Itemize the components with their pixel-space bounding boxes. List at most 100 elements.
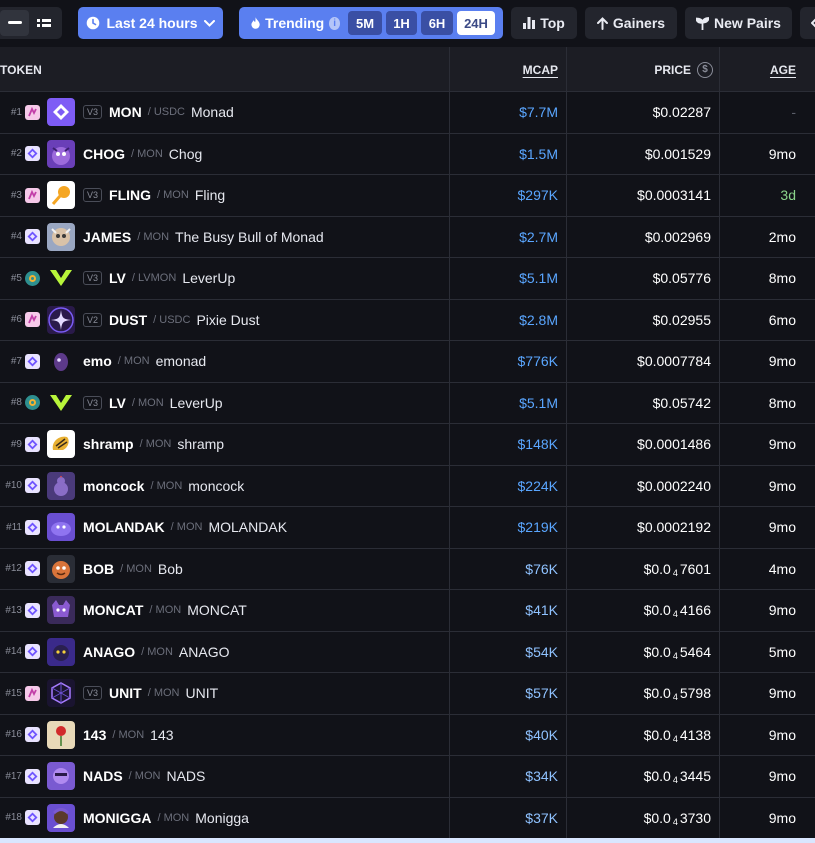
- trending-filter[interactable]: Trending i 5M 1H 6H 24H: [239, 7, 503, 39]
- token-name: LeverUp: [169, 394, 223, 411]
- dex-icon: [25, 727, 40, 743]
- token-name-cell[interactable]: V3 LV / LVMON LeverUp: [83, 258, 235, 299]
- pair-age: 2mo: [768, 228, 796, 245]
- token-name-cell[interactable]: shramp / MON shramp: [83, 424, 224, 465]
- rank: #13: [5, 604, 22, 616]
- rank: #7: [10, 355, 22, 367]
- token-name-cell[interactable]: MONCAT / MON MONCAT: [83, 590, 247, 631]
- dex-icon: [25, 270, 40, 286]
- version-badge: V3: [83, 105, 103, 120]
- flame-icon: [251, 17, 260, 29]
- token-symbol: JAMES: [83, 228, 132, 245]
- quote-token: / MON: [131, 396, 164, 409]
- fling-logo: [47, 181, 75, 210]
- top-button[interactable]: Top: [511, 7, 577, 39]
- table-row[interactable]: #18 MONIGGA / MON Monigga $37K $0.0 4 3730 9mo: [0, 797, 815, 839]
- table-row[interactable]: #3 V3 FLING / MON Fling $297K $0.0003141 3d: [0, 175, 815, 217]
- table-row[interactable]: #17 NADS / MON NADS $34K $0.0 4 3445 9mo: [0, 756, 815, 798]
- token-name-cell[interactable]: BOB / MON Bob: [83, 549, 183, 590]
- price-value: $0.0003141: [637, 187, 711, 204]
- token-name-cell[interactable]: MONIGGA / MON Monigga: [83, 798, 249, 839]
- view-toggle[interactable]: [0, 7, 62, 39]
- token-name-cell[interactable]: V3 FLING / MON Fling: [83, 175, 225, 216]
- chog-logo: [47, 139, 75, 168]
- token-logo-cell: [47, 341, 75, 382]
- quote-token: / MON: [137, 230, 170, 243]
- market-cap: $37K: [525, 809, 558, 826]
- dex-icon: [25, 187, 40, 203]
- token-name-cell[interactable]: JAMES / MON The Busy Bull of Monad: [83, 217, 324, 258]
- rank: #1: [10, 106, 22, 118]
- timeframe-6h-button[interactable]: 6H: [421, 11, 453, 35]
- token-name: Bob: [157, 560, 183, 577]
- quote-symbol: MON: [163, 189, 189, 202]
- token-name-cell[interactable]: V3 LV / MON LeverUp: [83, 383, 223, 424]
- bottom-strip: [0, 838, 815, 843]
- more-filter-button[interactable]: [800, 7, 815, 39]
- token-name-cell[interactable]: 143 / MON 143: [83, 715, 174, 756]
- token-name-cell[interactable]: emo / MON emonad: [83, 341, 206, 382]
- table-row[interactable]: #1 V3 MON / USDC Monad $7.7M $0.02287 -: [0, 92, 815, 134]
- rank: #16: [5, 729, 22, 741]
- token-logo-cell: [47, 424, 75, 465]
- timeframe-1h-button[interactable]: 1H: [386, 11, 417, 35]
- gainers-button[interactable]: Gainers: [585, 7, 677, 39]
- table-row[interactable]: #15 V3 UNIT / MON UNIT $57K $0.0 4 5798 9mo: [0, 673, 815, 715]
- price: $0.0003141: [567, 175, 719, 216]
- token-name-cell[interactable]: CHOG / MON Chog: [83, 134, 202, 175]
- table-row[interactable]: #6 V2 DUST / USDC Pixie Dust $2.8M $0.02955 6mo: [0, 299, 815, 341]
- table-row[interactable]: #9 shramp / MON shramp $148K $0.0001486 9mo: [0, 424, 815, 466]
- pair-age: 8mo: [768, 270, 796, 287]
- dex-badge: [25, 798, 40, 839]
- token-name-cell[interactable]: moncock / MON moncock: [83, 466, 244, 507]
- table-row[interactable]: #2 CHOG / MON Chog $1.5M $0.001529 9mo: [0, 133, 815, 175]
- table-row[interactable]: #16 143 / MON 143 $40K $0.0 4 4138 9mo: [0, 714, 815, 756]
- table-row[interactable]: #5 V3 LV / LVMON LeverUp $5.1M $0.05776 8mo: [0, 258, 815, 300]
- sprout-icon: [696, 16, 710, 30]
- token-name-cell[interactable]: V3 MON / USDC Monad: [83, 92, 234, 133]
- timeframe-5m-button[interactable]: 5M: [348, 11, 382, 35]
- dex-badge: [25, 507, 40, 548]
- token-name-cell[interactable]: ANAGO / MON ANAGO: [83, 632, 230, 673]
- pair-age: 9mo: [768, 602, 796, 619]
- header-price[interactable]: PRICE $: [567, 47, 719, 92]
- table-row[interactable]: #10 moncock / MON moncock $224K $0.0002240 9mo: [0, 465, 815, 507]
- dex-badge: [25, 424, 40, 465]
- price-value: $0.002969: [644, 228, 711, 245]
- price-value: $0.001529: [644, 145, 711, 162]
- timeframe-dropdown[interactable]: Last 24 hours: [78, 7, 223, 39]
- table-row[interactable]: #7 emo / MON emonad $776K $0.0007784 9mo: [0, 341, 815, 383]
- timeframe-24h-button[interactable]: 24H: [457, 11, 495, 35]
- info-icon[interactable]: i: [329, 16, 340, 30]
- token-name-cell[interactable]: V3 UNIT / MON UNIT: [83, 673, 218, 714]
- table-row[interactable]: #13 MONCAT / MON MONCAT $41K $0.0 4 4166 9mo: [0, 590, 815, 632]
- price-zero-count: 4: [672, 816, 678, 827]
- header-mcap[interactable]: MCAP: [449, 47, 566, 92]
- token-name-cell[interactable]: NADS / MON NADS: [83, 756, 205, 797]
- new-pairs-button[interactable]: New Pairs: [685, 7, 792, 39]
- market-cap: $40K: [525, 726, 558, 743]
- table-row[interactable]: #12 BOB / MON Bob $76K $0.0 4 7601 4mo: [0, 548, 815, 590]
- table-row[interactable]: #14 ANAGO / MON ANAGO $54K $0.0 4 5464 5mo: [0, 631, 815, 673]
- table-row[interactable]: #11 MOLANDAK / MON MOLANDAK $219K $0.0002192 9…: [0, 507, 815, 549]
- market-cap: $2.8M: [519, 311, 558, 328]
- token-name: moncock: [188, 477, 245, 494]
- table-row[interactable]: #4 JAMES / MON The Busy Bull of Monad $2.7M $…: [0, 216, 815, 258]
- compact-view-icon[interactable]: [29, 10, 58, 36]
- price: $0.02287: [567, 92, 719, 133]
- header-age[interactable]: AGE: [720, 47, 815, 92]
- token-logo-cell: [47, 134, 75, 175]
- token-symbol: MON: [109, 104, 142, 121]
- quote-symbol: MON: [118, 728, 145, 741]
- dex-icon: [25, 395, 40, 411]
- list-view-icon[interactable]: [0, 10, 29, 36]
- token-name-cell[interactable]: MOLANDAK / MON MOLANDAK: [83, 507, 287, 548]
- moncock-logo: [47, 471, 75, 500]
- price-value: $0.0002192: [637, 519, 711, 536]
- table-row[interactable]: #8 V3 LV / MON LeverUp $5.1M $0.05742 8mo: [0, 382, 815, 424]
- token-name-cell[interactable]: V2 DUST / USDC Pixie Dust: [83, 300, 259, 341]
- price-prefix: $0.0: [643, 685, 671, 702]
- column-divider: [566, 47, 567, 843]
- currency-toggle-icon[interactable]: $: [697, 61, 713, 78]
- price-prefix: $0.0: [643, 560, 671, 577]
